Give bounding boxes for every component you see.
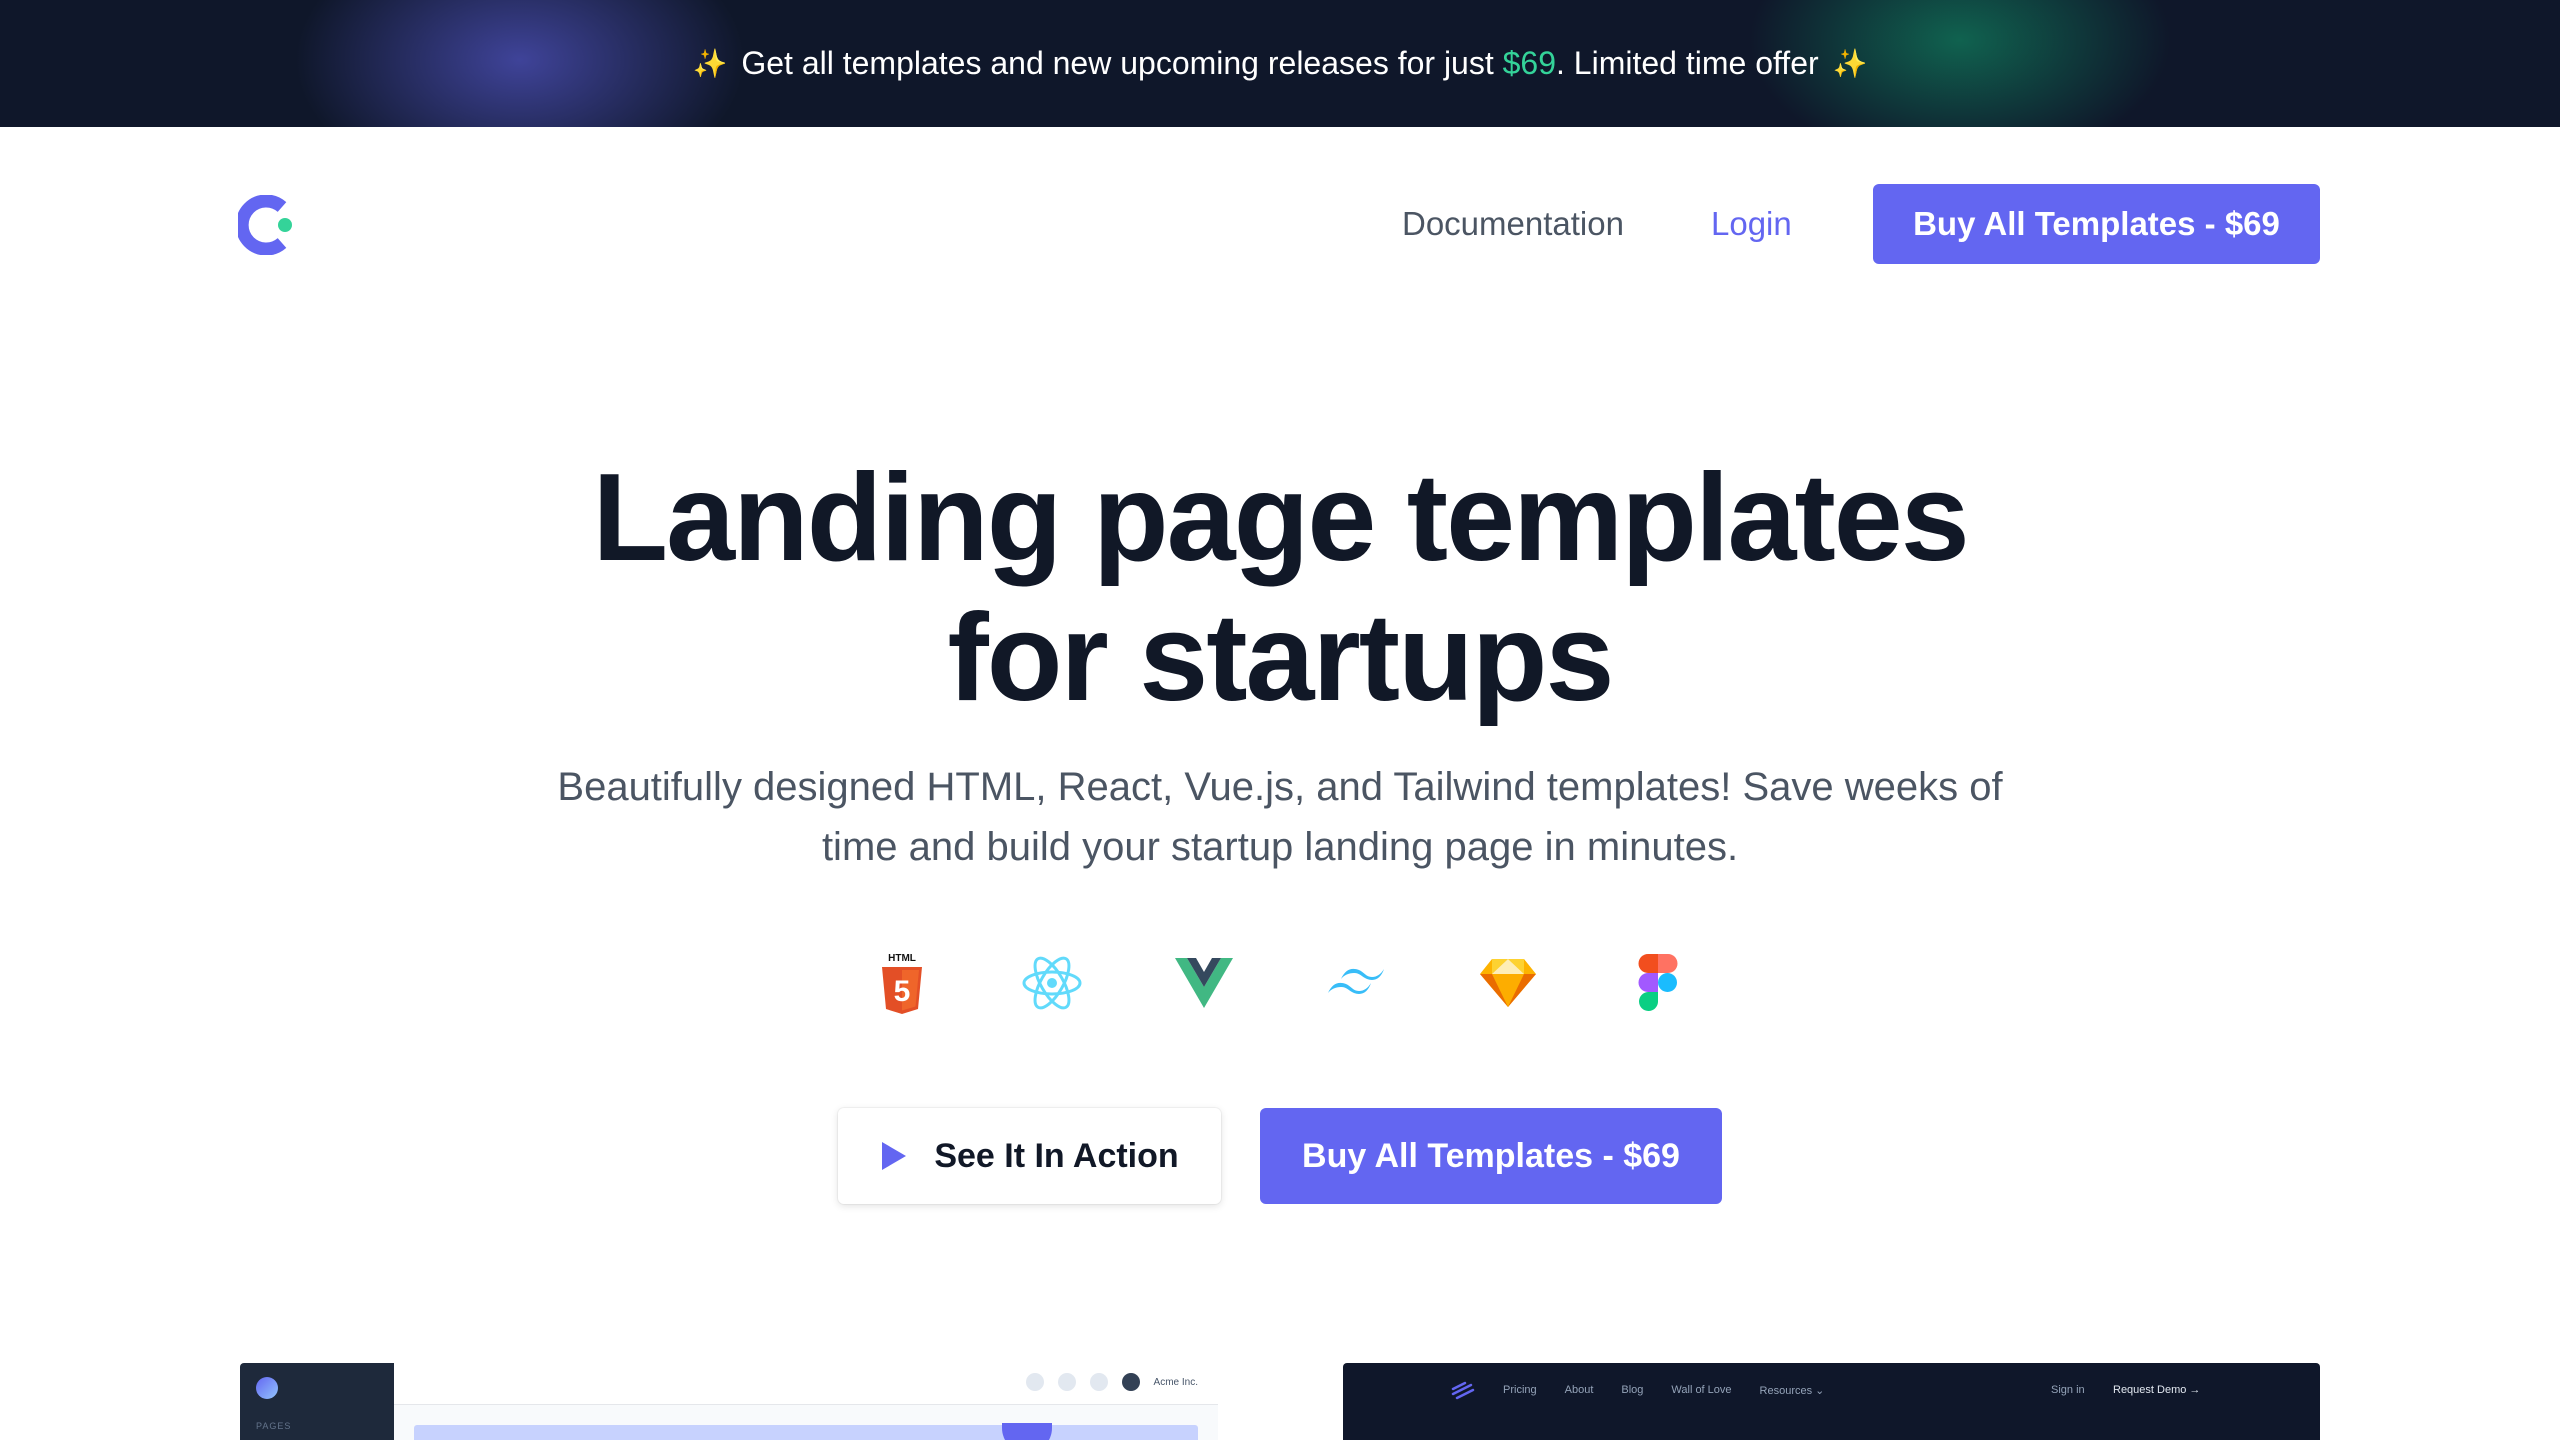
hero-subtitle-line1: Beautifully designed HTML, React, Vue.js… xyxy=(557,765,2003,809)
hero-title: Landing page templates for startups xyxy=(0,448,2560,728)
preview-illustration xyxy=(1002,1423,1052,1440)
preview-nav-item: Pricing xyxy=(1503,1384,1537,1396)
see-it-in-action-button[interactable]: See It In Action xyxy=(838,1108,1221,1204)
preview-banner xyxy=(414,1425,1198,1440)
react-icon xyxy=(1020,948,1084,1018)
sparkle-icon: ✨ xyxy=(1832,48,1868,79)
preview-nav-item: About xyxy=(1564,1384,1594,1396)
sparkle-icon: ✨ xyxy=(692,48,728,79)
nav-documentation-link[interactable]: Documentation xyxy=(1402,205,1624,243)
preview-sidebar: PAGES xyxy=(240,1363,394,1440)
preview-nav-item: Resources ⌄ xyxy=(1759,1385,1825,1397)
play-icon xyxy=(882,1142,907,1170)
search-icon xyxy=(1025,1373,1044,1391)
sketch-icon xyxy=(1476,948,1540,1018)
info-icon xyxy=(1089,1373,1108,1391)
preview-main xyxy=(394,1405,1218,1440)
hero-title-line2: for startups xyxy=(947,589,1615,727)
preview-nav-item: Wall of Love xyxy=(1671,1384,1732,1396)
promo-text-after: . Limited time offer xyxy=(1556,45,1819,81)
avatar xyxy=(1121,1373,1140,1391)
hero-title-line1: Landing page templates xyxy=(592,449,1969,587)
svg-text:5: 5 xyxy=(894,975,911,1008)
preview-request-demo: Request Demo → xyxy=(2113,1384,2201,1396)
preview-nav-item: Blog xyxy=(1621,1384,1644,1396)
preview-sign-in: Sign in xyxy=(2051,1384,2085,1396)
html5-label: HTML xyxy=(888,953,916,964)
site-header: Documentation Login Buy All Templates - … xyxy=(0,127,2560,321)
hero-subtitle: Beautifully designed HTML, React, Vue.js… xyxy=(480,757,2080,877)
preview-sidebar-label: PAGES xyxy=(256,1421,292,1431)
tailwind-icon xyxy=(1324,948,1388,1018)
buy-all-templates-button[interactable]: Buy All Templates - $69 xyxy=(1873,184,2320,264)
see-it-in-action-label: See It In Action xyxy=(934,1136,1179,1175)
promo-price: $69 xyxy=(1502,45,1557,81)
notification-icon xyxy=(1057,1373,1076,1391)
preview-topbar: Acme Inc. xyxy=(394,1363,1218,1405)
nav-login-link[interactable]: Login xyxy=(1711,205,1792,243)
preview-logo-icon xyxy=(1451,1381,1475,1400)
preview-nav: Pricing About Blog Wall of Love Resource… xyxy=(1503,1384,1824,1397)
figma-icon xyxy=(1626,948,1690,1018)
landing-template-preview[interactable]: Pricing About Blog Wall of Love Resource… xyxy=(1343,1363,2320,1440)
promo-banner[interactable]: ✨ Get all templates and new upcoming rel… xyxy=(0,0,2560,127)
tech-icons-row: HTML 5 xyxy=(870,948,1690,1018)
preview-logo-icon xyxy=(256,1377,278,1399)
html5-icon: HTML 5 xyxy=(870,948,934,1018)
dashboard-template-preview[interactable]: PAGES Acme Inc. xyxy=(240,1363,1218,1440)
hero-subtitle-line2: time and build your startup landing page… xyxy=(821,825,1739,869)
promo-text-before: Get all templates and new upcoming relea… xyxy=(741,45,1503,81)
vue-icon xyxy=(1172,948,1236,1018)
preview-account-name: Acme Inc. xyxy=(1153,1376,1198,1388)
hero-buy-all-templates-button[interactable]: Buy All Templates - $69 xyxy=(1260,1108,1722,1204)
cruip-logo-icon[interactable] xyxy=(238,195,298,255)
